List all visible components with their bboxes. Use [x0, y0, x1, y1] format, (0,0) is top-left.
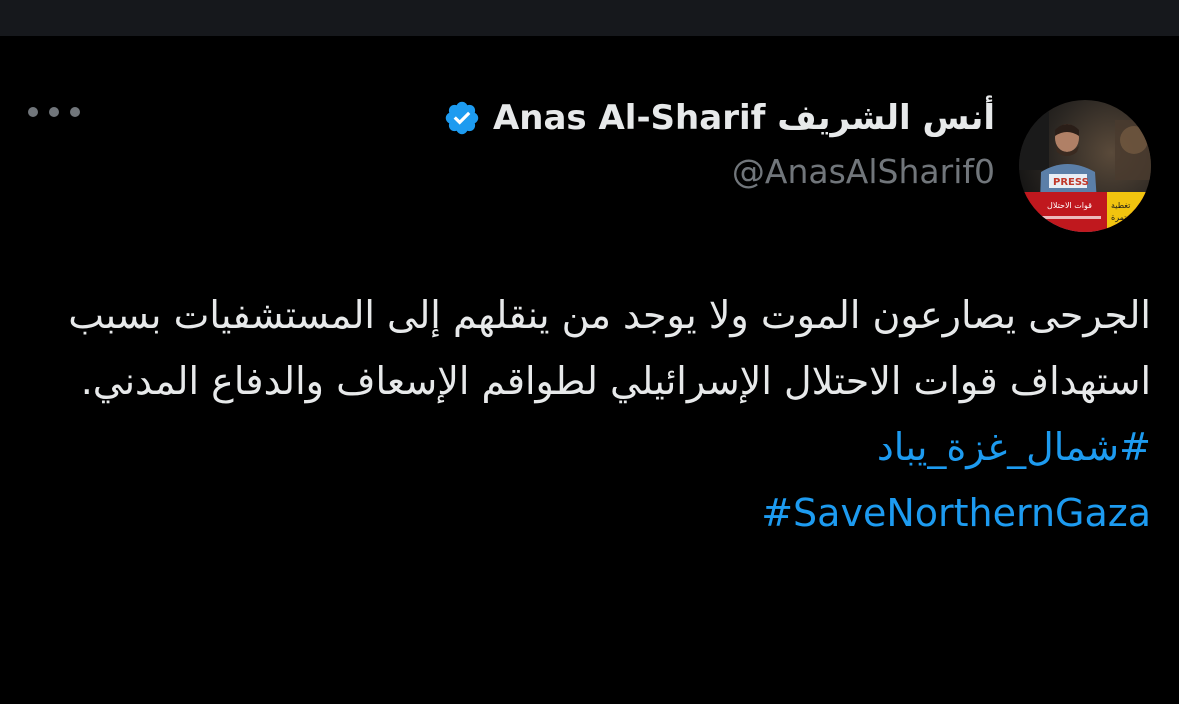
tweet-text: الجرحى يصارعون الموت ولا يوجد من ينقلهم … [41, 282, 1151, 546]
tweet-card: PRESS قوات الاحتلال تغطية مستمرة أنس الش… [0, 36, 1179, 704]
display-name[interactable]: أنس الشريف Anas Al-Sharif [493, 98, 995, 138]
hashtag-link[interactable]: #شمال_غزة_يباد [41, 414, 1151, 480]
avatar[interactable]: PRESS قوات الاحتلال تغطية مستمرة [1019, 100, 1151, 232]
more-options-button[interactable] [28, 98, 80, 126]
more-horizontal-icon-dot [70, 107, 80, 117]
svg-text:PRESS: PRESS [1053, 177, 1089, 188]
more-horizontal-icon-dot [49, 107, 59, 117]
more-horizontal-icon [28, 107, 38, 117]
name-row: أنس الشريف Anas Al-Sharif [235, 92, 995, 144]
avatar-banner-text: قوات الاحتلال [1047, 201, 1092, 210]
tweet-text-body: الجرحى يصارعون الموت ولا يوجد من ينقلهم … [68, 293, 1151, 403]
avatar-photo: PRESS قوات الاحتلال تغطية مستمرة [1019, 100, 1151, 232]
top-bar [0, 0, 1179, 36]
author-info: أنس الشريف Anas Al-Sharif @AnasAlSharif0 [235, 92, 995, 191]
verified-badge-icon[interactable] [443, 99, 481, 137]
svg-text:مستمرة: مستمرة [1111, 213, 1138, 222]
hashtag-link[interactable]: #SaveNorthernGaza [41, 480, 1151, 546]
svg-text:تغطية: تغطية [1111, 201, 1130, 210]
author-handle[interactable]: @AnasAlSharif0 [235, 152, 995, 191]
